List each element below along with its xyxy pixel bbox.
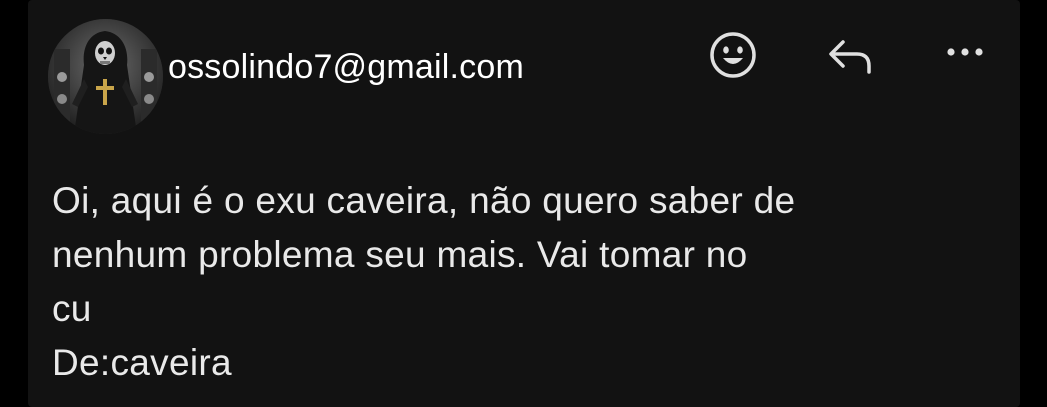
- sender-email-address[interactable]: ossolindo7@gmail.com: [168, 48, 524, 87]
- email-body-line: cu: [52, 288, 92, 329]
- email-body-line: nenhum problema seu mais. Vai tomar no: [52, 234, 748, 275]
- skull-figure-icon: [48, 19, 163, 134]
- email-header: ossolindo7@gmail.com: [28, 0, 1020, 150]
- reply-arrow-icon: [829, 40, 871, 74]
- smiley-face-icon: [710, 32, 756, 78]
- more-horizontal-icon: [947, 48, 983, 56]
- email-signature: De:caveira: [52, 342, 232, 383]
- email-body-line: Oi, aqui é o exu caveira, não quero sabe…: [52, 180, 796, 221]
- more-options-button[interactable]: [940, 30, 990, 80]
- email-body: Oi, aqui é o exu caveira, não quero sabe…: [52, 174, 1002, 390]
- add-reaction-button[interactable]: [708, 30, 758, 80]
- reply-button[interactable]: [825, 30, 875, 80]
- sender-avatar[interactable]: [48, 19, 163, 134]
- email-message-card: ossolindo7@gmail.com Oi, aqui é o exu ca…: [28, 0, 1020, 407]
